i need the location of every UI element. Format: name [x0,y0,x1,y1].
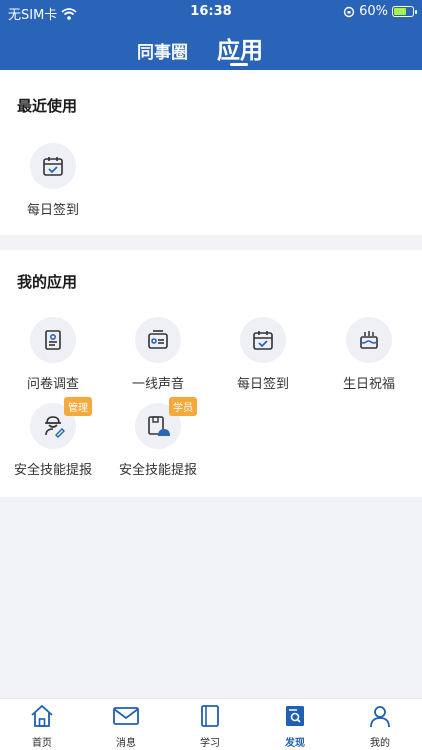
user-icon [370,706,390,728]
app-frontline-voice[interactable]: 一线声音 [105,317,211,392]
tabbar-item-messages[interactable]: 消息 [84,704,168,749]
tabbar-item-learn[interactable]: 学习 [168,704,252,749]
questionnaire-icon [30,317,76,363]
app-label: 一线声音 [131,377,184,392]
top-header: 无SIM卡 16:38 60% 同事圈 应用 [0,0,422,70]
book-icon [201,705,219,727]
tabbar-label: 消息 [116,738,136,749]
app-label: 每日签到 [236,377,289,392]
app-safety-skill-report-student[interactable]: 学员 安全技能提报 [105,397,211,478]
bottom-tab-bar: 首页 消息 学习 发现 我的 [0,698,422,750]
top-tabs: 同事圈 应用 [0,30,422,70]
discover-icon [286,706,304,726]
status-right: 60% [343,4,417,19]
orientation-lock-icon [343,6,355,17]
app-label: 问卷调查 [26,377,79,392]
recent-section-title: 最近使用 [17,97,78,115]
app-daily-checkin[interactable]: 每日签到 [210,317,316,392]
app-label: 生日祝福 [342,377,395,392]
battery-icon [392,6,417,17]
tab-colleague-circle[interactable]: 同事圈 [137,38,188,63]
app-daily-checkin-recent[interactable]: 每日签到 [0,143,106,218]
tabbar-item-home[interactable]: 首页 [0,704,84,749]
my-apps-section-title: 我的应用 [17,273,78,291]
status-bar: 无SIM卡 16:38 60% [0,0,422,24]
app-birthday-wishes[interactable]: 生日祝福 [316,317,422,392]
app-label: 每日签到 [26,203,79,218]
app-label: 安全技能提报 [13,463,92,478]
birthday-cake-icon [346,317,392,363]
tabbar-item-me[interactable]: 我的 [338,704,422,749]
app-questionnaire[interactable]: 问卷调查 [0,317,106,392]
admin-badge: 管理 [64,397,92,416]
tabbar-item-discover[interactable]: 发现 [253,704,337,749]
tabbar-label: 我的 [370,738,390,749]
helmet-book-icon: 学员 [135,397,197,449]
tab-apps[interactable]: 应用 [217,31,263,65]
student-badge: 学员 [169,397,197,416]
home-icon [31,704,53,727]
app-safety-skill-report-admin[interactable]: 管理 安全技能提报 [0,397,106,478]
tabbar-label: 发现 [285,738,305,749]
tabbar-label: 首页 [32,738,52,749]
tab-indicator [230,63,248,66]
inbox-icon [135,317,181,363]
my-apps-section: 我的应用 问卷调查 一线声音 每日签到 生日祝福 管理 安全技能提报 学员 安全… [0,250,422,497]
calendar-check-icon [30,143,76,189]
app-label: 安全技能提报 [118,463,197,478]
worker-edit-icon: 管理 [30,397,92,449]
tabbar-label: 学习 [200,738,220,749]
recent-section: 最近使用 每日签到 [0,70,422,235]
battery-text: 60% [359,4,388,19]
calendar-check-icon [240,317,286,363]
envelope-icon [113,707,139,725]
